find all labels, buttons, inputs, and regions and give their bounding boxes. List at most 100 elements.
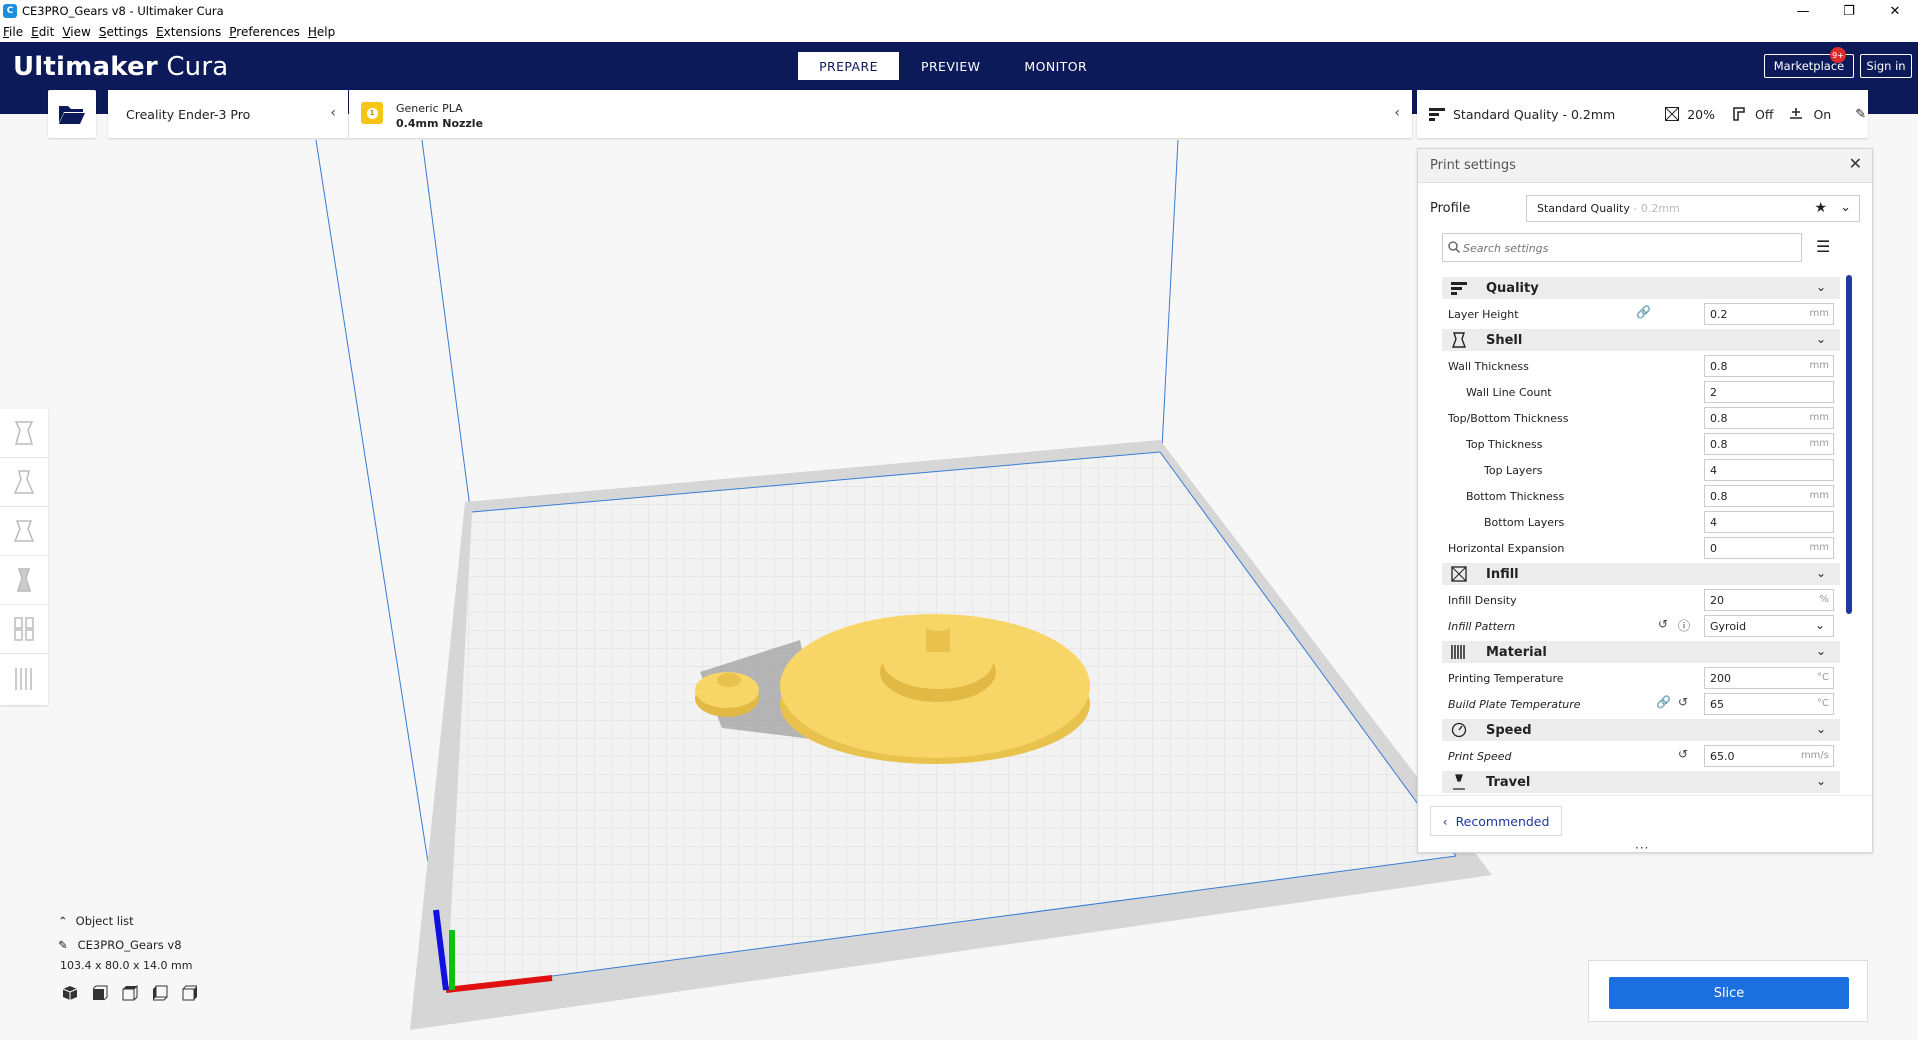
reset-icon[interactable]: ↺ xyxy=(1658,617,1668,631)
pencil-icon[interactable]: ✎ xyxy=(58,938,68,952)
menu-edit[interactable]: Edit xyxy=(31,25,54,39)
quality-icon xyxy=(1429,108,1445,121)
close-icon[interactable]: ✕ xyxy=(1849,154,1862,173)
translate-tool[interactable] xyxy=(0,409,48,458)
front-view-icon[interactable] xyxy=(92,985,108,1001)
slice-button[interactable]: Slice xyxy=(1609,977,1849,1009)
topbottom-thickness-input[interactable]: 0.8 mm xyxy=(1704,407,1834,429)
tab-prepare[interactable]: PREPARE xyxy=(798,52,899,80)
print-speed-input[interactable]: 65.0 mm/s xyxy=(1704,745,1834,767)
chevron-down-icon: ⌄ xyxy=(1815,774,1826,788)
search-icon xyxy=(1448,241,1460,253)
rotate-tool[interactable] xyxy=(0,507,48,556)
large-gear-shaft-top xyxy=(926,621,950,631)
setting-row-topbottom-thickness: Top/Bottom Thickness 0.8 mm xyxy=(1442,405,1840,431)
wall-line-count-input[interactable]: 2 xyxy=(1704,381,1834,403)
menu-preferences[interactable]: Preferences xyxy=(229,25,300,39)
object-name: CE3PRO_Gears v8 xyxy=(77,938,182,952)
mirror-tool[interactable] xyxy=(0,556,48,605)
3d-view-icon[interactable] xyxy=(62,985,78,1001)
menu-help[interactable]: Help xyxy=(308,25,335,39)
print-setup-selector[interactable]: Standard Quality - 0.2mm 20% Off On ✎ xyxy=(1417,90,1868,138)
action-panel: Slice xyxy=(1588,960,1868,1022)
app-logo: Ultimaker Cura xyxy=(13,52,229,82)
reset-icon[interactable]: ↺ xyxy=(1678,747,1688,761)
recommended-button[interactable]: ‹ Recommended xyxy=(1430,806,1562,836)
maximize-button[interactable]: ❐ xyxy=(1826,0,1872,22)
setting-row-bottom-layers: Bottom Layers 4 xyxy=(1442,509,1840,535)
support-blocker-tool[interactable] xyxy=(0,654,48,703)
adhesion-summary: On xyxy=(1813,106,1832,122)
tab-preview[interactable]: PREVIEW xyxy=(899,52,1002,80)
small-gear-hub xyxy=(717,673,741,687)
print-settings-panel: Print settings ✕ Profile Standard Qualit… xyxy=(1417,148,1873,855)
menu-extensions[interactable]: Extensions xyxy=(156,25,221,39)
object-list-toggle[interactable]: ⌃ Object list xyxy=(58,914,258,928)
chevron-down-icon: ⌄ xyxy=(1815,280,1826,294)
profile-dropdown[interactable]: Standard Quality - 0.2mm ★ ⌄ xyxy=(1526,195,1860,222)
printing-temperature-input[interactable]: 200 °C xyxy=(1704,667,1834,689)
top-layers-input[interactable]: 4 xyxy=(1704,459,1834,481)
window-title: CE3PRO_Gears v8 - Ultimaker Cura xyxy=(22,4,224,18)
setting-row-infill-pattern: Infill Pattern ↺ ⓘ Gyroid ⌄ xyxy=(1442,613,1840,639)
machine-selector[interactable]: Creality Ender-3 Pro ‹ xyxy=(108,90,348,138)
info-icon[interactable]: ⓘ xyxy=(1678,617,1690,634)
move-icon xyxy=(14,421,34,445)
scale-tool[interactable] xyxy=(0,458,48,507)
travel-icon xyxy=(1453,774,1465,790)
category-shell[interactable]: Shell ⌄ xyxy=(1442,329,1840,351)
settings-scrollbar[interactable] xyxy=(1846,275,1852,614)
category-travel[interactable]: Travel ⌄ xyxy=(1442,771,1840,793)
menu-bar: File Edit View Settings Extensions Prefe… xyxy=(0,22,1918,42)
profile-label: Profile xyxy=(1430,201,1471,216)
infill-summary: 20% xyxy=(1687,106,1715,122)
star-icon[interactable]: ★ xyxy=(1814,200,1827,216)
setting-row-wall-line-count: Wall Line Count 2 xyxy=(1442,379,1840,405)
resize-handle-icon[interactable]: ··· xyxy=(1635,841,1649,855)
menu-settings[interactable]: Settings xyxy=(99,25,148,39)
left-toolbar xyxy=(0,409,48,705)
category-speed[interactable]: Speed ⌄ xyxy=(1442,719,1840,741)
shell-icon xyxy=(1451,332,1467,348)
print-settings-footer: ‹ Recommended ··· xyxy=(1418,795,1872,855)
build-plate-temperature-input[interactable]: 65 °C xyxy=(1704,693,1834,715)
menu-file[interactable]: File xyxy=(3,25,23,39)
material-selector[interactable]: 1 Generic PLA 0.4mm Nozzle ‹ xyxy=(349,90,1412,138)
right-view-icon[interactable] xyxy=(182,985,198,1001)
infill-pattern-dropdown[interactable]: Gyroid ⌄ xyxy=(1704,615,1834,637)
support-icon xyxy=(1733,107,1745,121)
close-window-button[interactable]: ✕ xyxy=(1872,0,1918,22)
nozzle-size: 0.4mm Nozzle xyxy=(396,117,484,130)
link-icon[interactable]: 🔗 xyxy=(1656,695,1671,709)
bottom-layers-input[interactable]: 4 xyxy=(1704,511,1834,533)
search-input[interactable] xyxy=(1463,239,1793,257)
category-quality[interactable]: Quality ⌄ xyxy=(1442,277,1840,299)
category-infill[interactable]: Infill ⌄ xyxy=(1442,563,1840,585)
menu-view[interactable]: View xyxy=(62,25,90,39)
machine-name: Creality Ender-3 Pro xyxy=(126,106,251,122)
layer-height-input[interactable]: 0.2 mm xyxy=(1704,303,1834,325)
build-volume-edge xyxy=(1161,139,1179,449)
infill-density-input[interactable]: 20% xyxy=(1704,589,1834,611)
top-thickness-input[interactable]: 0.8 mm xyxy=(1704,433,1834,455)
horizontal-expansion-input[interactable]: 0 mm xyxy=(1704,537,1834,559)
wall-thickness-input[interactable]: 0.8 mm xyxy=(1704,355,1834,377)
category-material[interactable]: Material ⌄ xyxy=(1442,641,1840,663)
bottom-thickness-input[interactable]: 0.8 mm xyxy=(1704,485,1834,507)
reset-icon[interactable]: ↺ xyxy=(1678,695,1688,709)
sign-in-button[interactable]: Sign in xyxy=(1860,54,1912,78)
per-model-settings-tool[interactable] xyxy=(0,605,48,654)
chevron-down-icon: ⌄ xyxy=(1815,722,1826,736)
left-view-icon[interactable] xyxy=(152,985,168,1001)
minimize-button[interactable]: — xyxy=(1780,0,1826,22)
link-icon[interactable]: 🔗 xyxy=(1636,305,1651,319)
open-file-button[interactable] xyxy=(48,90,96,138)
top-view-icon[interactable] xyxy=(122,985,138,1001)
chevron-left-icon: ‹ xyxy=(330,105,336,121)
settings-visibility-menu-icon[interactable]: ☰ xyxy=(1816,237,1830,256)
tab-monitor[interactable]: MONITOR xyxy=(1002,52,1109,80)
search-settings[interactable] xyxy=(1442,233,1802,262)
setting-row-bottom-thickness: Bottom Thickness 0.8 mm xyxy=(1442,483,1840,509)
setting-row-print-speed: Print Speed ↺ 65.0 mm/s xyxy=(1442,743,1840,769)
scale-icon xyxy=(13,470,35,494)
